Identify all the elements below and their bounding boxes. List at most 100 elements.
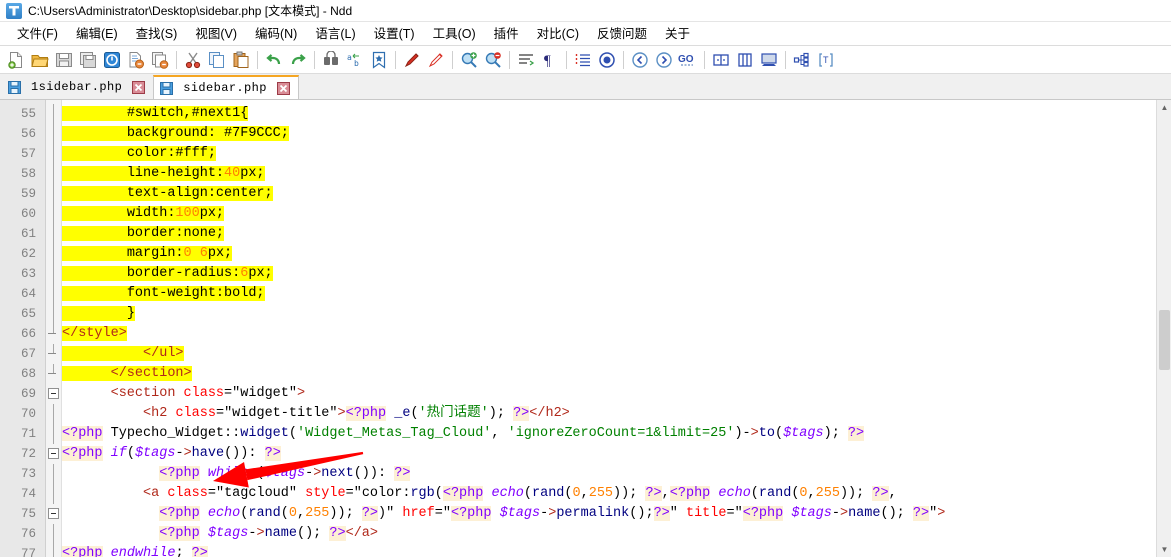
vertical-scrollbar[interactable]: ▲ ▼ (1156, 100, 1171, 557)
replace-icon[interactable]: ab (343, 48, 367, 72)
code-line[interactable]: <a class="tagcloud" style="color:rgb(<?p… (62, 484, 1171, 504)
code-editor[interactable]: 55 56 57 58 59 60 61 62 63 64 65 66 67 68 69 70 71 72 73 74… (0, 100, 1171, 557)
code-line[interactable]: border:none; (62, 224, 1171, 244)
code-line[interactable]: <?php while ($tags->next()): ?> (62, 464, 1171, 484)
print-icon[interactable] (124, 48, 148, 72)
code-line[interactable]: <h2 class="widget-title"><?php _e('热门话题'… (62, 404, 1171, 424)
prev-icon[interactable] (628, 48, 652, 72)
menu-item-compare[interactable]: 对比(C) (528, 23, 588, 45)
code-line[interactable]: </section> (62, 364, 1171, 384)
fold-marker (46, 204, 61, 224)
marker-clear-icon[interactable] (424, 48, 448, 72)
scrollbar-thumb[interactable] (1159, 310, 1170, 370)
code-line[interactable]: border-radius:6px; (62, 264, 1171, 284)
menu-item-search[interactable]: 查找(S) (127, 23, 187, 45)
tab-1sidebar-php[interactable]: 1sidebar.php (2, 75, 154, 99)
paste-icon[interactable] (229, 48, 253, 72)
menu-item-edit[interactable]: 编辑(E) (67, 23, 127, 45)
fold-marker[interactable] (46, 444, 61, 464)
close-red-icon[interactable] (276, 81, 290, 95)
menu-item-file[interactable]: 文件(F) (8, 23, 67, 45)
open-file-icon[interactable] (28, 48, 52, 72)
copy-icon[interactable] (205, 48, 229, 72)
line-number: 66 (20, 327, 36, 341)
scroll-up-arrow[interactable]: ▲ (1157, 100, 1171, 115)
find-icon[interactable] (319, 48, 343, 72)
fold-marker (46, 284, 61, 304)
menu-item-feedback[interactable]: 反馈问题 (588, 23, 656, 45)
toolbar-separator (566, 50, 567, 69)
fold-marker[interactable] (46, 504, 61, 524)
close-file-icon[interactable] (100, 48, 124, 72)
cut-icon[interactable] (181, 48, 205, 72)
zoom-in-icon[interactable] (457, 48, 481, 72)
redo-icon[interactable] (286, 48, 310, 72)
code-line[interactable]: color:#fff; (62, 144, 1171, 164)
line-number: 75 (20, 507, 36, 521)
code-line[interactable]: width:100px; (62, 204, 1171, 224)
split-vertical-icon[interactable] (733, 48, 757, 72)
code-line[interactable]: <?php if($tags->have()): ?> (62, 444, 1171, 464)
code-line[interactable]: font-weight:bold; (62, 284, 1171, 304)
code-line[interactable]: #switch,#next1{ (62, 104, 1171, 124)
split-horizontal-icon[interactable] (709, 48, 733, 72)
monitor-icon[interactable] (757, 48, 781, 72)
fold-marker (46, 144, 61, 164)
undo-icon[interactable] (262, 48, 286, 72)
code-line[interactable]: </style> (62, 324, 1171, 344)
fold-marker (46, 224, 61, 244)
code-line[interactable]: margin:0 6px; (62, 244, 1171, 264)
menu-item-settings[interactable]: 设置(T) (365, 23, 424, 45)
fold-marker (46, 104, 61, 124)
goto-icon[interactable]: GO (676, 48, 700, 72)
code-line[interactable]: </ul> (62, 344, 1171, 364)
next-icon[interactable] (652, 48, 676, 72)
code-folding-column[interactable] (46, 100, 62, 557)
print-all-icon[interactable] (148, 48, 172, 72)
menu-item-tools[interactable]: 工具(O) (424, 23, 485, 45)
scroll-down-arrow[interactable]: ▼ (1157, 542, 1171, 557)
code-line[interactable]: <?php echo(rand(0,255)); ?>)" href="<?ph… (62, 504, 1171, 524)
code-line[interactable]: <?php Typecho_Widget::widget('Widget_Met… (62, 424, 1171, 444)
word-wrap-icon[interactable] (514, 48, 538, 72)
line-number: 61 (20, 227, 36, 241)
tab-label: 1sidebar.php (31, 80, 123, 94)
code-line[interactable]: text-align:center; (62, 184, 1171, 204)
menu-item-plugins[interactable]: 插件 (485, 23, 528, 45)
document-map-icon[interactable] (790, 48, 814, 72)
menu-item-about[interactable]: 关于 (656, 23, 699, 45)
save-all-icon[interactable] (76, 48, 100, 72)
function-list-icon[interactable]: T (814, 48, 838, 72)
menu-bar: 文件(F) 编辑(E) 查找(S) 视图(V) 编码(N) 语言(L) 设置(T… (0, 22, 1171, 46)
fold-marker (46, 304, 61, 324)
indent-guide-icon[interactable] (571, 48, 595, 72)
save-icon[interactable] (52, 48, 76, 72)
code-line[interactable]: } (62, 304, 1171, 324)
notepad-app-icon (6, 2, 22, 19)
menu-item-view[interactable]: 视图(V) (186, 23, 246, 45)
fold-marker[interactable] (46, 384, 61, 404)
menu-item-encoding[interactable]: 编码(N) (246, 23, 306, 45)
window-title: C:\Users\Administrator\Desktop\sidebar.p… (28, 4, 353, 18)
svg-text:T: T (823, 55, 829, 65)
code-line[interactable]: <section class="widget"> (62, 384, 1171, 404)
fold-marker (46, 244, 61, 264)
show-all-characters-icon[interactable]: ¶ (538, 48, 562, 72)
zoom-out-icon[interactable] (481, 48, 505, 72)
code-line[interactable]: line-height:40px; (62, 164, 1171, 184)
fold-marker (46, 404, 61, 424)
marker-red-icon[interactable] (400, 48, 424, 72)
line-number: 60 (20, 207, 36, 221)
tab-sidebar-php[interactable]: sidebar.php (153, 75, 299, 99)
save-blue-icon (160, 81, 174, 95)
code-line[interactable]: <?php $tags->name(); ?></a> (62, 524, 1171, 544)
menu-item-language[interactable]: 语言(L) (306, 23, 364, 45)
code-line[interactable]: <?php endwhile; ?> (62, 544, 1171, 557)
new-file-icon[interactable] (4, 48, 28, 72)
line-number: 64 (20, 287, 36, 301)
close-red-icon[interactable] (132, 80, 146, 94)
record-macro-icon[interactable] (595, 48, 619, 72)
code-text-area[interactable]: #switch,#next1{ background: #7F9CCC; col… (62, 100, 1171, 557)
code-line[interactable]: background: #7F9CCC; (62, 124, 1171, 144)
bookmark-icon[interactable] (367, 48, 391, 72)
